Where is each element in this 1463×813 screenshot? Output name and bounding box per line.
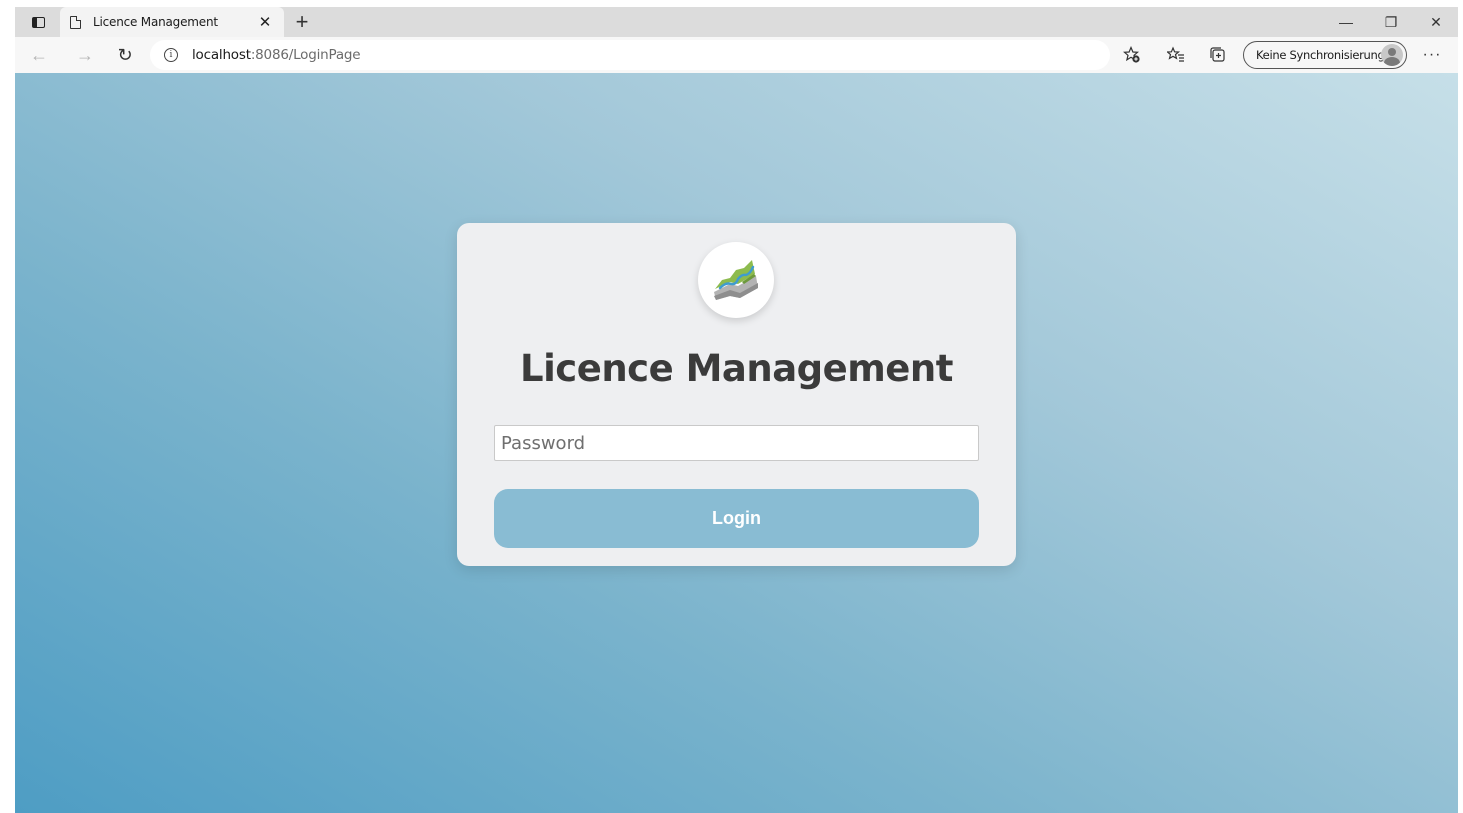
reload-button[interactable]: ↻ (111, 43, 139, 67)
login-card: Licence Management Login (457, 223, 1016, 566)
sync-label: Keine Synchronisierung (1256, 48, 1385, 62)
browser-toolbar: ← → ↻ i localhost:8086/LoginPage Keine S… (15, 37, 1458, 73)
more-options-icon[interactable]: ··· (1419, 44, 1445, 66)
new-tab-button[interactable]: + (290, 9, 314, 34)
url-host: localhost (192, 47, 251, 63)
address-bar[interactable]: i localhost:8086/LoginPage (150, 40, 1110, 70)
tab-actions-icon[interactable] (25, 12, 51, 32)
profile-avatar-icon (1381, 44, 1403, 66)
back-button[interactable]: ← (25, 43, 53, 67)
page-icon (70, 15, 81, 29)
info-icon[interactable]: i (164, 48, 178, 62)
browser-window: Licence Management ✕ + — ❐ ✕ ← → ↻ i loc… (15, 7, 1458, 813)
page-viewport: Licence Management Login (15, 73, 1458, 813)
close-tab-icon[interactable]: ✕ (256, 13, 274, 31)
tab-title: Licence Management (93, 15, 218, 29)
sync-status-button[interactable]: Keine Synchronisierung (1243, 41, 1407, 69)
favorites-icon[interactable] (1164, 44, 1188, 66)
password-input[interactable] (494, 425, 979, 461)
login-button[interactable]: Login (494, 489, 979, 548)
collections-icon[interactable] (1206, 44, 1230, 66)
app-logo-icon (698, 242, 774, 318)
minimize-icon[interactable]: — (1326, 7, 1366, 37)
url-text[interactable]: localhost:8086/LoginPage (192, 47, 361, 63)
tab-strip: Licence Management ✕ + — ❐ ✕ (15, 7, 1458, 37)
close-window-icon[interactable]: ✕ (1416, 7, 1456, 37)
add-favorite-icon[interactable] (1120, 44, 1144, 66)
page-title: Licence Management (520, 347, 953, 390)
url-path: :8086/LoginPage (250, 47, 361, 63)
restore-icon[interactable]: ❐ (1371, 7, 1411, 37)
forward-button[interactable]: → (71, 43, 99, 67)
tab-licence-management[interactable]: Licence Management ✕ (60, 7, 284, 37)
